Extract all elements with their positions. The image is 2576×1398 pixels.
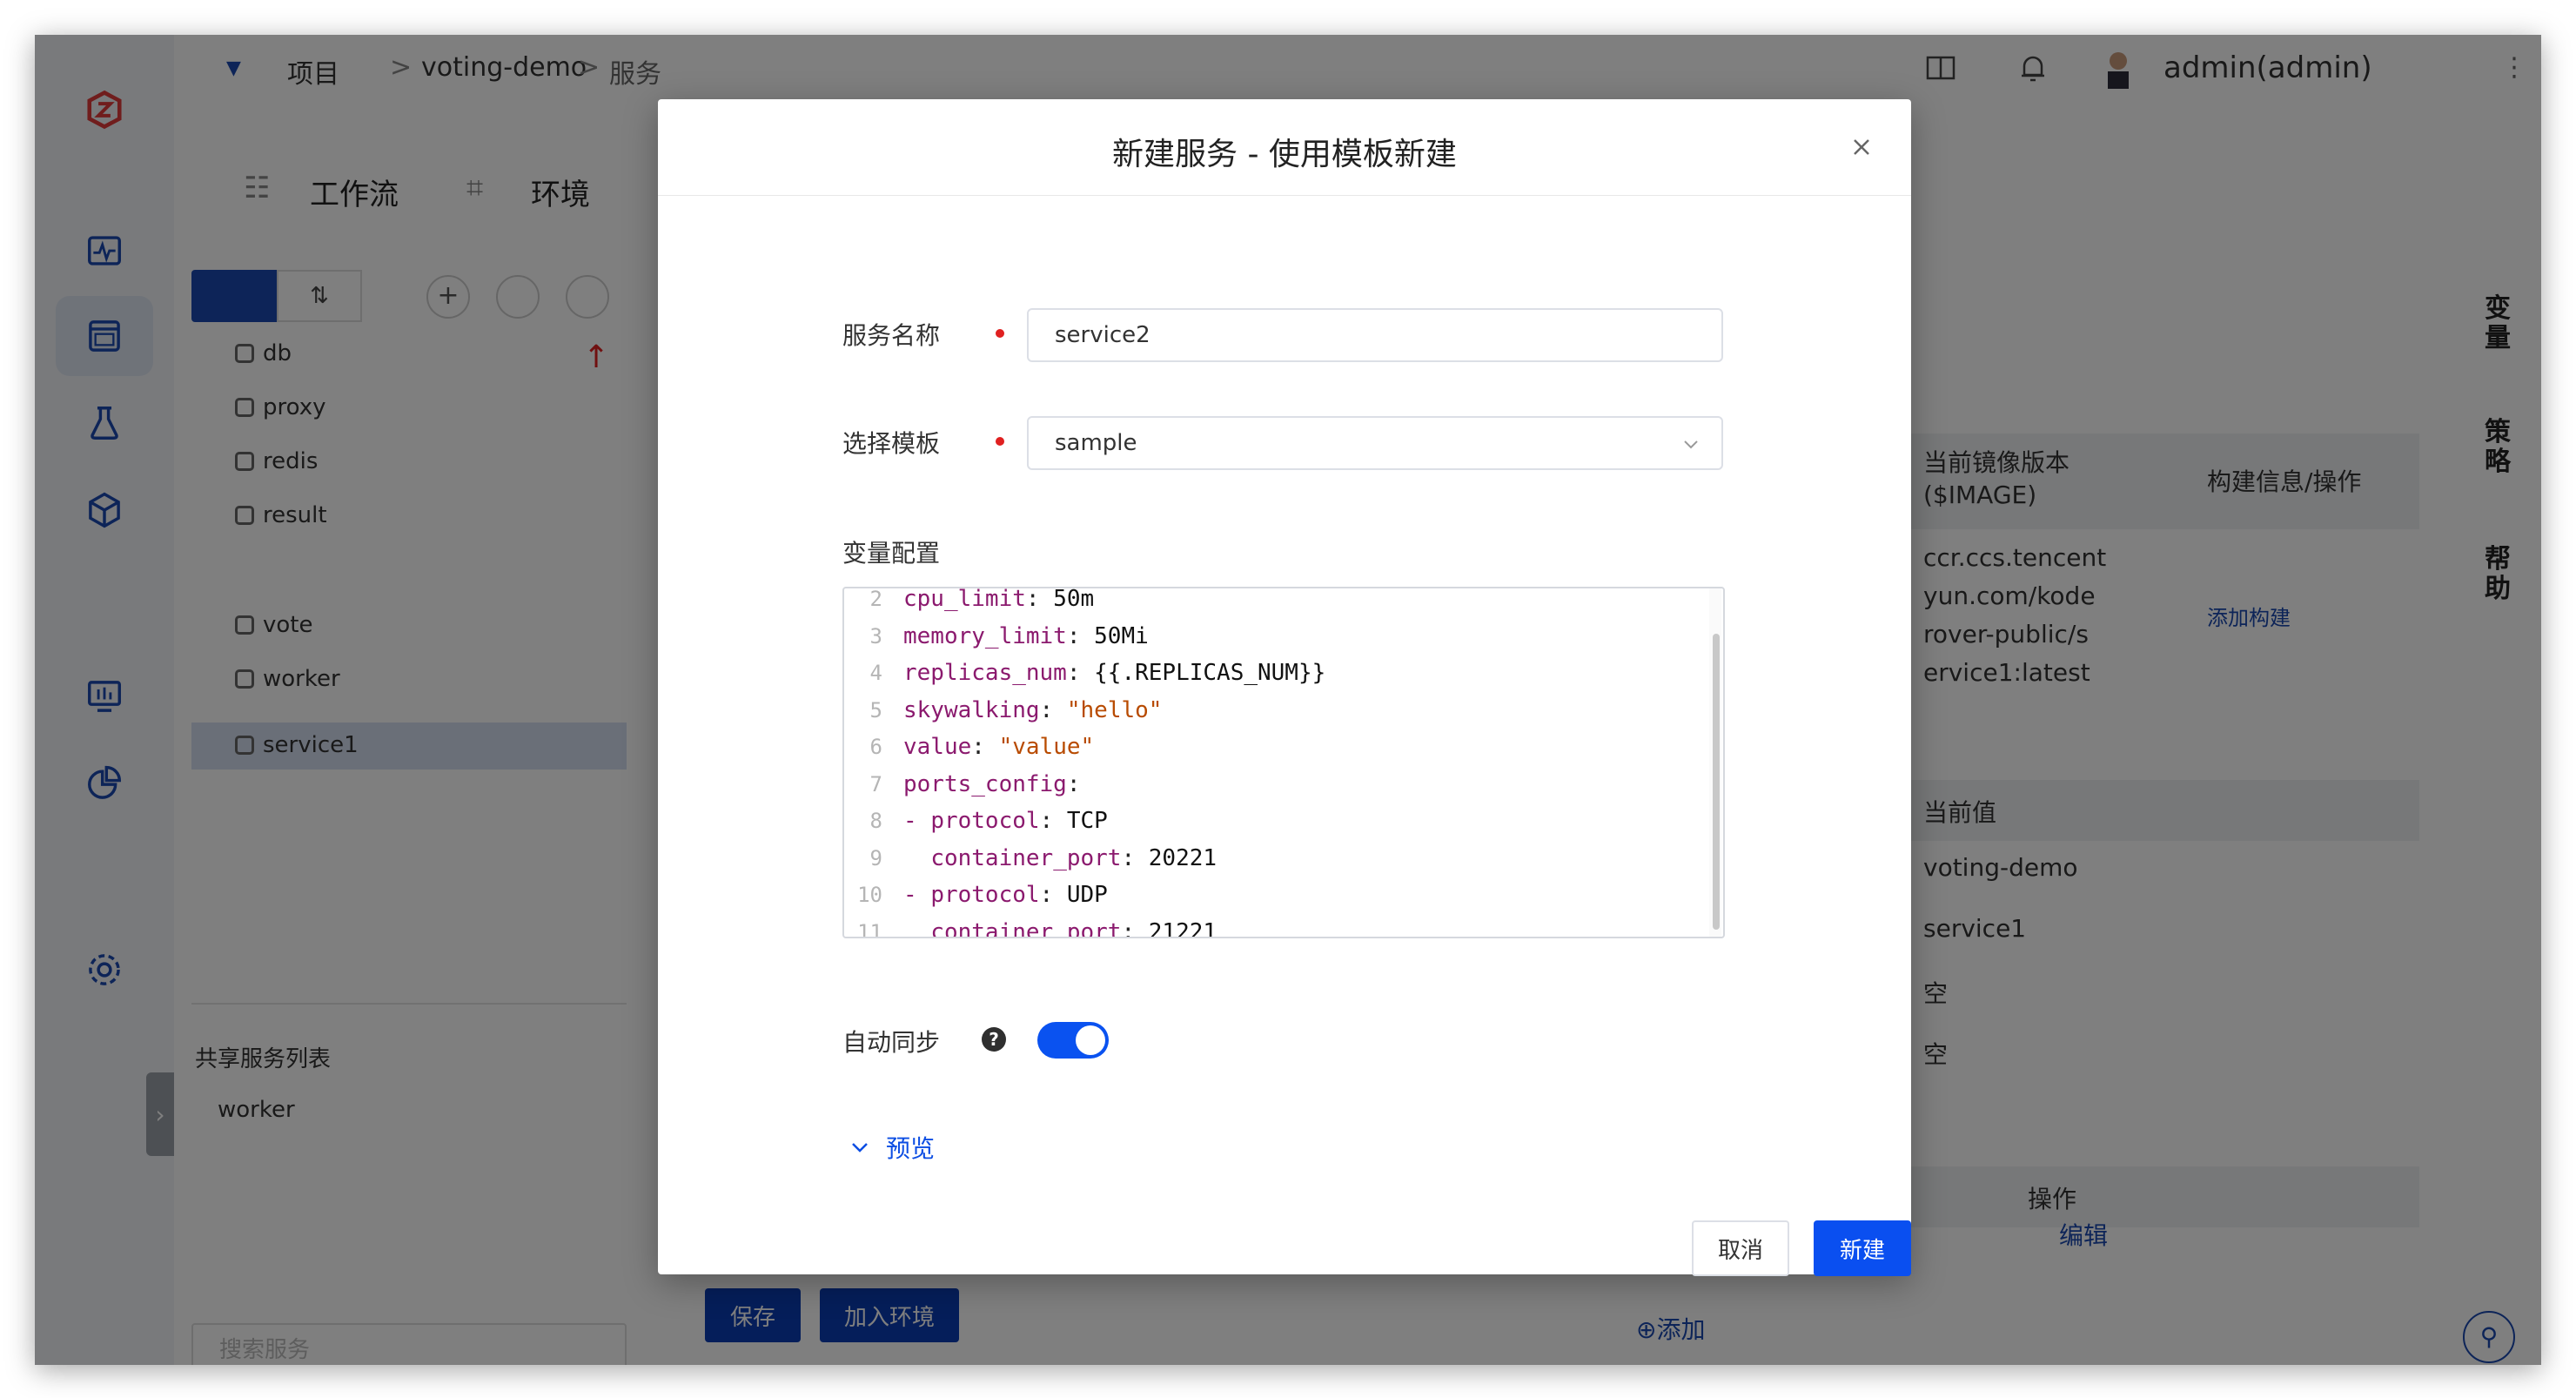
code-line: 9 container_port: 20221: [844, 841, 1218, 876]
yaml-key: protocol: [930, 808, 1040, 834]
code-indent: -: [903, 808, 931, 834]
template-select[interactable]: sample: [1027, 416, 1723, 470]
service-name-input[interactable]: service2: [1027, 308, 1723, 362]
cancel-button[interactable]: 取消: [1692, 1220, 1789, 1276]
line-number: 5: [869, 697, 882, 723]
editor-scrollbar-thumb[interactable]: [1713, 634, 1720, 930]
yaml-key: container_port: [930, 918, 1122, 938]
line-number: 2: [869, 587, 882, 611]
vars-config-label: 变量配置: [842, 539, 941, 568]
yaml-key: memory_limit: [903, 622, 1067, 649]
code-line: 4 replicas_num: {{.REPLICAS_NUM}}: [844, 655, 1326, 690]
yaml-key: value: [903, 734, 972, 760]
yaml-value: "value": [998, 734, 1095, 760]
line-number: 10: [857, 883, 882, 907]
yaml-editor[interactable]: 2 cpu_limit: 50m 3 memory_limit: 50Mi 4 repli…: [842, 587, 1725, 938]
code-line: 6 value: "value": [844, 729, 1095, 764]
create-service-modal: 新建服务 - 使用模板新建 服务名称 service2 选择模板 sample …: [658, 99, 1911, 1276]
yaml-value: {{.REPLICAS_NUM}}: [1094, 660, 1326, 686]
yaml-colon: :: [971, 734, 999, 760]
modal-header: 新建服务 - 使用模板新建: [658, 99, 1911, 196]
auto-sync-toggle[interactable]: [1037, 1022, 1109, 1059]
yaml-colon: :: [1066, 622, 1095, 649]
yaml-key: skywalking: [903, 696, 1040, 723]
code-line: 8- protocol: TCP: [844, 803, 1108, 838]
code-line: 10- protocol: UDP: [844, 877, 1108, 912]
yaml-key: protocol: [930, 882, 1040, 908]
yaml-colon: :: [1121, 844, 1149, 871]
yaml-value: 50m: [1053, 587, 1095, 612]
toggle-knob: [1076, 1025, 1105, 1055]
preview-label: 预览: [886, 1134, 936, 1163]
yaml-value: TCP: [1066, 808, 1108, 834]
line-number: 11: [857, 919, 882, 938]
yaml-colon: :: [1039, 696, 1067, 723]
yaml-colon: :: [1025, 587, 1054, 612]
required-dot: [996, 329, 1004, 338]
yaml-key: container_port: [930, 844, 1122, 871]
code-line: 7 ports_config:: [844, 767, 1094, 802]
preview-expand[interactable]: 预览: [849, 1130, 935, 1165]
line-number: 4: [869, 661, 882, 685]
code-line: 11 container_port: 21221: [844, 915, 1218, 938]
auto-sync-label: 自动同步: [842, 1028, 941, 1057]
yaml-colon: :: [1121, 918, 1149, 938]
required-dot: [996, 437, 1004, 446]
code-line: 2 cpu_limit: 50m: [844, 587, 1095, 616]
close-icon[interactable]: [1848, 134, 1875, 160]
modal-title: 新建服务 - 使用模板新建: [1112, 137, 1457, 172]
line-number: 7: [869, 771, 882, 796]
yaml-value: 21221: [1148, 918, 1218, 938]
code-indent: -: [903, 882, 931, 908]
code-line: 5 skywalking: "hello": [844, 693, 1163, 728]
chevron-down-icon: [852, 1143, 868, 1153]
chevron-down-icon: [1681, 434, 1701, 453]
yaml-colon: :: [1039, 882, 1067, 908]
yaml-value: 20221: [1148, 844, 1218, 871]
yaml-value: UDP: [1066, 882, 1108, 908]
app-window: › ▼ 项目 > voting-demo > 服务 admin(admin) ⋮…: [35, 35, 2541, 1365]
line-number: 9: [869, 845, 882, 870]
line-number: 3: [869, 623, 882, 649]
template-label: 选择模板: [842, 429, 941, 458]
service-name-label: 服务名称: [842, 321, 941, 350]
yaml-key: replicas_num: [903, 660, 1067, 686]
yaml-key: ports_config: [903, 770, 1067, 797]
yaml-colon: :: [1066, 660, 1095, 686]
line-number: 6: [869, 735, 882, 759]
yaml-colon: :: [1066, 770, 1095, 797]
yaml-key: cpu_limit: [903, 587, 1026, 612]
yaml-value: 50Mi: [1094, 622, 1149, 649]
help-icon[interactable]: ?: [982, 1027, 1006, 1052]
template-selected-value: sample: [1055, 430, 1137, 456]
yaml-value: "hello": [1066, 696, 1163, 723]
code-line: 3 memory_limit: 50Mi: [844, 619, 1149, 654]
line-number: 8: [869, 809, 882, 833]
yaml-colon: :: [1039, 808, 1067, 834]
create-button[interactable]: 新建: [1814, 1220, 1911, 1276]
